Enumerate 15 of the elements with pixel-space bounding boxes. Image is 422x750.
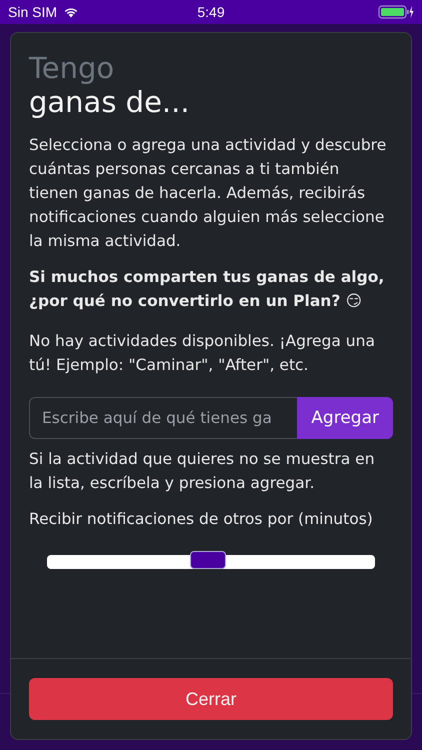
activity-input[interactable]: Escribe aquí de qué tienes ga [29, 397, 298, 439]
battery-icon [378, 5, 414, 19]
slider-label: Recibir notificaciones de otros por (minutos) [29, 509, 374, 530]
hint-text: Si la actividad que quieres no se muestra en la lista, escríbela y presiona agregar. [29, 449, 376, 494]
description-text: Selecciona o agrega una actividad y descubre cuántas personas cercanas a ti también tienen ganas de hacerla. Además, recibirás notificaciones cuando alguien más seleccione la misma actividad. [29, 135, 388, 252]
modal-title: ganas de... [29, 85, 191, 119]
close-button[interactable]: Cerrar [29, 678, 393, 720]
modal-title: Tengo [29, 51, 116, 85]
slider-thumb[interactable] [190, 551, 226, 569]
wifi-icon [63, 6, 80, 18]
carrier-label: Sin SIM [8, 4, 58, 20]
empty-message: No hay actividades disponibles. ¡Agrega una tú! Ejemplo: "Caminar", "After", etc. [29, 331, 376, 376]
clock-time: 5:49 [197, 4, 225, 20]
add-button[interactable]: Agregar [297, 397, 393, 439]
highlight-text: Si muchos comparten tus ganas de algo, ¿por qué no convertirlo en un Plan? 😏 [29, 267, 386, 312]
